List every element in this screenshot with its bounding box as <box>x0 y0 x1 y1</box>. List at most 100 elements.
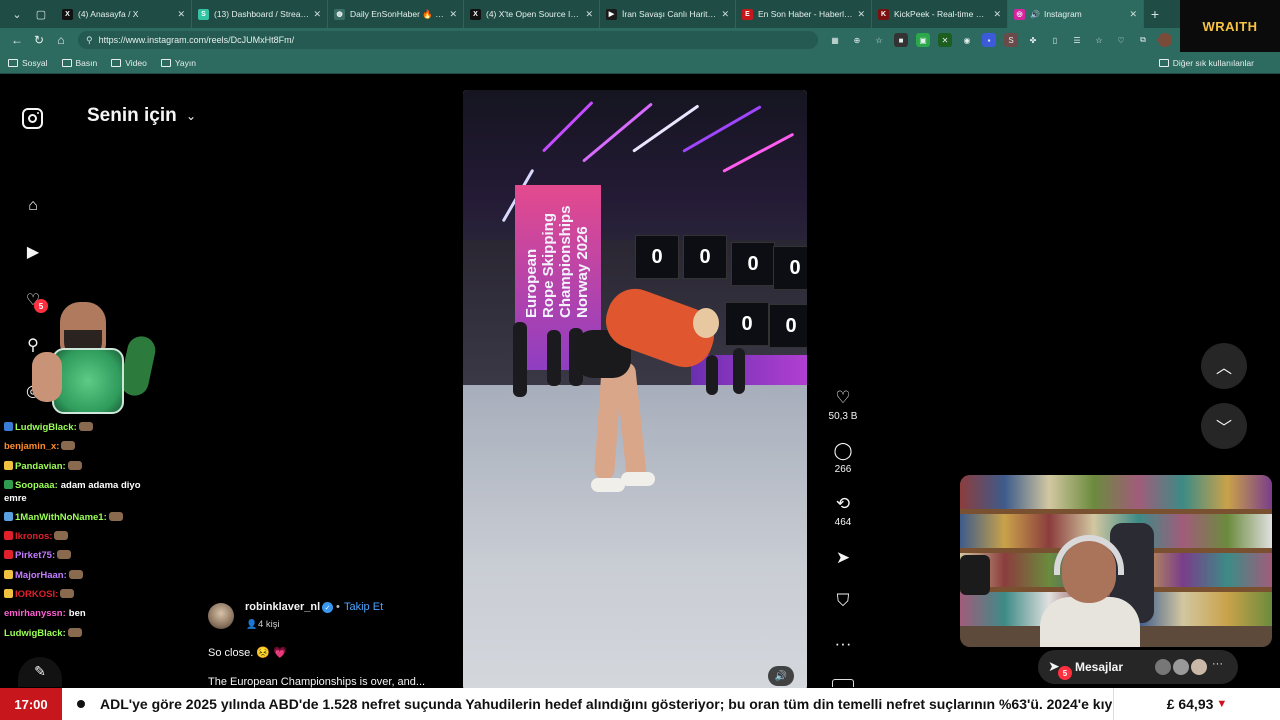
instagram-logo-icon[interactable] <box>22 108 43 129</box>
reels-icon[interactable]: ▶ <box>23 242 43 262</box>
favorite-star-icon[interactable]: ☆ <box>872 33 886 47</box>
comment-icon: ◯ <box>833 441 853 460</box>
streamlabs-logo-icon: S <box>198 8 209 20</box>
chat-username: lkronos: <box>15 531 53 543</box>
share-button[interactable]: ➤ <box>822 547 864 569</box>
chat-username: emirhanyssn: <box>4 608 66 620</box>
split-screen-icon[interactable]: ▯ <box>1048 33 1062 47</box>
message-avatar <box>1190 658 1208 676</box>
chevron-up-icon: ︿ <box>1215 360 1232 377</box>
x-logo-icon: X <box>470 8 481 20</box>
folder-icon <box>160 58 171 67</box>
home-icon[interactable]: ⌂ <box>50 30 72 50</box>
volume-icon[interactable]: 🔊 <box>768 666 794 686</box>
bookmark-video[interactable]: Video <box>111 58 147 68</box>
feed-title[interactable]: Senin için <box>87 105 177 127</box>
messages-button[interactable]: ➤ 5 Mesajlar ··· <box>1038 650 1238 684</box>
tab-close-icon[interactable]: ✕ <box>449 9 457 20</box>
collections-icon[interactable]: ☰ <box>1070 33 1084 47</box>
follow-button[interactable]: Takip Et <box>344 601 383 613</box>
tab-close-icon[interactable]: ✕ <box>177 9 185 20</box>
browser-tab[interactable]: E En Son Haber - Haberler, Son✕ <box>736 0 872 28</box>
screen: ⌄ ▢ X (4) Anasayfa / X ✕ S (13) Dashboard / … <box>0 0 1280 720</box>
bookmark-yayin[interactable]: Yayın <box>160 58 196 68</box>
back-icon[interactable]: ← <box>6 30 28 50</box>
extension-5-icon[interactable]: ▪ <box>982 33 996 47</box>
workspaces-icon[interactable]: ▢ <box>32 5 50 23</box>
chat-badge-icon <box>4 550 13 560</box>
message-avatar <box>1154 658 1172 676</box>
bookmark-basin[interactable]: Basın <box>61 58 97 68</box>
more-options-button[interactable]: ··· <box>822 633 864 655</box>
liveuamap-logo-icon: ▶ <box>606 8 617 20</box>
favorites-icon[interactable]: ☆ <box>1092 33 1106 47</box>
news-ticker: 17:00 ADL'ye göre 2025 yılında ABD'de 1.… <box>0 688 1280 720</box>
next-reel-button[interactable]: ﹀ <box>1201 403 1247 449</box>
caption-text-more[interactable]: The European Championships is over, and.… <box>208 676 425 688</box>
like-button[interactable]: ♡ 50,3 B <box>822 387 864 422</box>
tab-audio-icon[interactable]: 🔊 <box>1030 10 1040 19</box>
message-avatar <box>1172 658 1190 676</box>
browser-tab[interactable]: X (4) X'te Open Source Intel ✕ <box>464 0 600 28</box>
tab-search-icon[interactable]: ⌄ <box>8 5 26 23</box>
bookmarks-bar: Sosyal Basın Video Yayın Diğer sık kulla… <box>0 52 1280 74</box>
tab-close-icon[interactable]: ✕ <box>993 9 1001 20</box>
previous-reel-button[interactable]: ︿ <box>1201 343 1247 389</box>
extension-3-icon[interactable]: ✕ <box>938 33 952 47</box>
chat-message: MajorHaan: <box>4 566 164 585</box>
creator-username[interactable]: robinklaver_nl <box>245 601 320 613</box>
more-icon: ··· <box>834 634 852 653</box>
tab-close-icon[interactable]: ✕ <box>1129 9 1137 20</box>
chevron-down-icon[interactable]: ⌄ <box>186 109 196 123</box>
tab-close-icon[interactable]: ✕ <box>585 9 593 20</box>
chat-text: ben <box>68 608 86 620</box>
sticker-leaf <box>118 333 158 399</box>
tab-bar-controls: ⌄ ▢ <box>0 5 56 23</box>
score-display: 0 <box>683 235 727 279</box>
browser-tab[interactable]: ▶ İran Savaşı Canlı Haritası - S✕ <box>600 0 736 28</box>
tab-close-icon[interactable]: ✕ <box>721 9 729 20</box>
reader-icon[interactable]: ▦ <box>828 33 842 47</box>
tab-close-icon[interactable]: ✕ <box>313 9 321 20</box>
new-tab-button[interactable]: + <box>1144 6 1166 22</box>
zoom-icon[interactable]: ⊕ <box>850 33 864 47</box>
repost-button[interactable]: ⟲ 464 <box>822 493 864 528</box>
browser-tab[interactable]: S (13) Dashboard / Streamlabs✕ <box>192 0 328 28</box>
save-button[interactable]: ⛉ <box>822 590 864 612</box>
extension-6-icon[interactable]: S <box>1004 33 1018 47</box>
extension-1-icon[interactable]: ■ <box>894 33 908 47</box>
extension-4-icon[interactable]: ◉ <box>960 33 974 47</box>
browser-tab[interactable]: K KickPeek - Real-time URL C ✕ <box>872 0 1008 28</box>
extensions-puzzle-icon[interactable]: ✤ <box>1026 33 1040 47</box>
chat-username: Pirket75: <box>15 550 56 562</box>
reel-video[interactable]: European Rope Skipping Championships Nor… <box>463 90 807 690</box>
home-icon[interactable]: ⌂ <box>23 196 43 216</box>
browser-toolbar: ← ↻ ⌂ ⚲ https://www.instagram.com/reels/… <box>0 28 1280 52</box>
bookmark-sosyal[interactable]: Sosyal <box>8 58 48 68</box>
reload-icon[interactable]: ↻ <box>28 30 50 50</box>
browser-tab[interactable]: ◍ Daily EnSonHaber 🔥 | Gündem ✕ <box>328 0 464 28</box>
chat-message: 1ManWithNoName1: <box>4 508 164 527</box>
browser-tab[interactable]: X (4) Anasayfa / X ✕ <box>56 0 192 28</box>
audio-thumbnail[interactable] <box>832 679 854 687</box>
ensonhaber-logo-icon: E <box>742 8 753 20</box>
tab-close-icon[interactable]: ✕ <box>857 9 865 20</box>
chat-username: MajorHaan: <box>15 569 67 581</box>
person-icon: 👤 <box>246 619 258 629</box>
screenshot-icon[interactable]: ⧉ <box>1136 33 1150 47</box>
browser-tab[interactable]: ◎ 🔊 Instagram ✕ <box>1008 0 1144 28</box>
extension-2-icon[interactable]: ▣ <box>916 33 930 47</box>
score-display: 0 <box>769 304 807 348</box>
bookmark-other-favorites[interactable]: Diğer sık kullanılanlar <box>1158 58 1254 68</box>
site-info-icon[interactable]: ⚲ <box>86 35 93 46</box>
profile-avatar-icon[interactable] <box>1158 33 1172 47</box>
creator-avatar[interactable] <box>208 603 234 629</box>
chat-badge-icon <box>4 569 13 579</box>
background-athlete <box>733 348 745 394</box>
browser-essentials-icon[interactable]: ♡ <box>1114 33 1128 47</box>
address-bar[interactable]: ⚲ https://www.instagram.com/reels/DcJUMx… <box>78 31 818 49</box>
comment-button[interactable]: ◯ 266 <box>822 440 864 475</box>
audience-count[interactable]: 4 kişi <box>258 619 280 630</box>
stream-chat: LudwigBlack: benjamin_x: Pandavian: Soopaaa… <box>4 418 164 643</box>
streamer-webcam <box>960 475 1272 647</box>
